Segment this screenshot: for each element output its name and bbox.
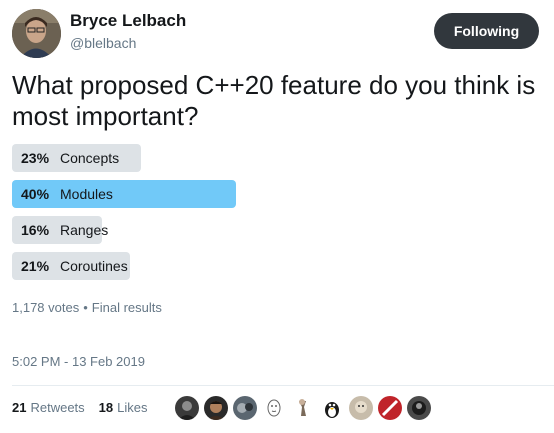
liker-avatars xyxy=(175,396,436,420)
separator-dot: • xyxy=(83,300,88,315)
liker-avatar[interactable] xyxy=(204,396,228,420)
poll-summary: 1,178 votes • Final results xyxy=(12,300,162,315)
poll-label: Modules xyxy=(60,186,113,202)
poll-label: Ranges xyxy=(60,222,109,238)
tweet-stats: 21 Retweets 18 Likes xyxy=(12,400,162,415)
tweet-text: What proposed C++20 feature do you think… xyxy=(12,70,536,131)
poll-choice-coroutines: 21% Coroutines xyxy=(12,252,542,280)
likes-label: Likes xyxy=(117,400,148,415)
poll-percent: 23% xyxy=(21,150,50,166)
likes-count: 18 xyxy=(98,400,114,415)
poll: 23% Concepts 40% Modules 16% Ranges 21% … xyxy=(12,144,542,288)
poll-choice-ranges: 16% Ranges xyxy=(12,216,542,244)
poll-label: Coroutines xyxy=(60,258,128,274)
poll-label: Concepts xyxy=(60,150,120,166)
liker-avatar[interactable] xyxy=(262,396,286,420)
author-avatar[interactable] xyxy=(12,9,61,58)
vote-count: 1,178 votes xyxy=(12,300,80,315)
following-button[interactable]: Following xyxy=(434,13,539,49)
liker-avatar[interactable] xyxy=(320,396,344,420)
retweets-count: 21 xyxy=(12,400,27,415)
divider xyxy=(12,385,554,386)
retweets-label: Retweets xyxy=(30,400,85,415)
liker-avatar[interactable] xyxy=(407,396,431,420)
poll-percent: 16% xyxy=(21,222,50,238)
liker-avatar[interactable] xyxy=(175,396,199,420)
liker-avatar[interactable] xyxy=(233,396,257,420)
poll-percent: 21% xyxy=(21,258,50,274)
poll-choice-concepts: 23% Concepts xyxy=(12,144,542,172)
author-handle[interactable]: @blelbach xyxy=(70,35,136,51)
tweet-timestamp[interactable]: 5:02 PM - 13 Feb 2019 xyxy=(12,354,145,369)
tweet-header: Bryce Lelbach @blelbach Following xyxy=(12,9,542,59)
liker-avatar[interactable] xyxy=(378,396,402,420)
retweets-stat[interactable]: 21 Retweets xyxy=(12,400,85,415)
poll-choice-modules: 40% Modules xyxy=(12,180,542,208)
poll-percent: 40% xyxy=(21,186,50,202)
liker-avatar[interactable] xyxy=(349,396,373,420)
likes-stat[interactable]: 18 Likes xyxy=(99,400,148,415)
poll-status: Final results xyxy=(91,300,162,315)
author-name[interactable]: Bryce Lelbach xyxy=(70,11,186,31)
liker-avatar[interactable] xyxy=(291,396,315,420)
